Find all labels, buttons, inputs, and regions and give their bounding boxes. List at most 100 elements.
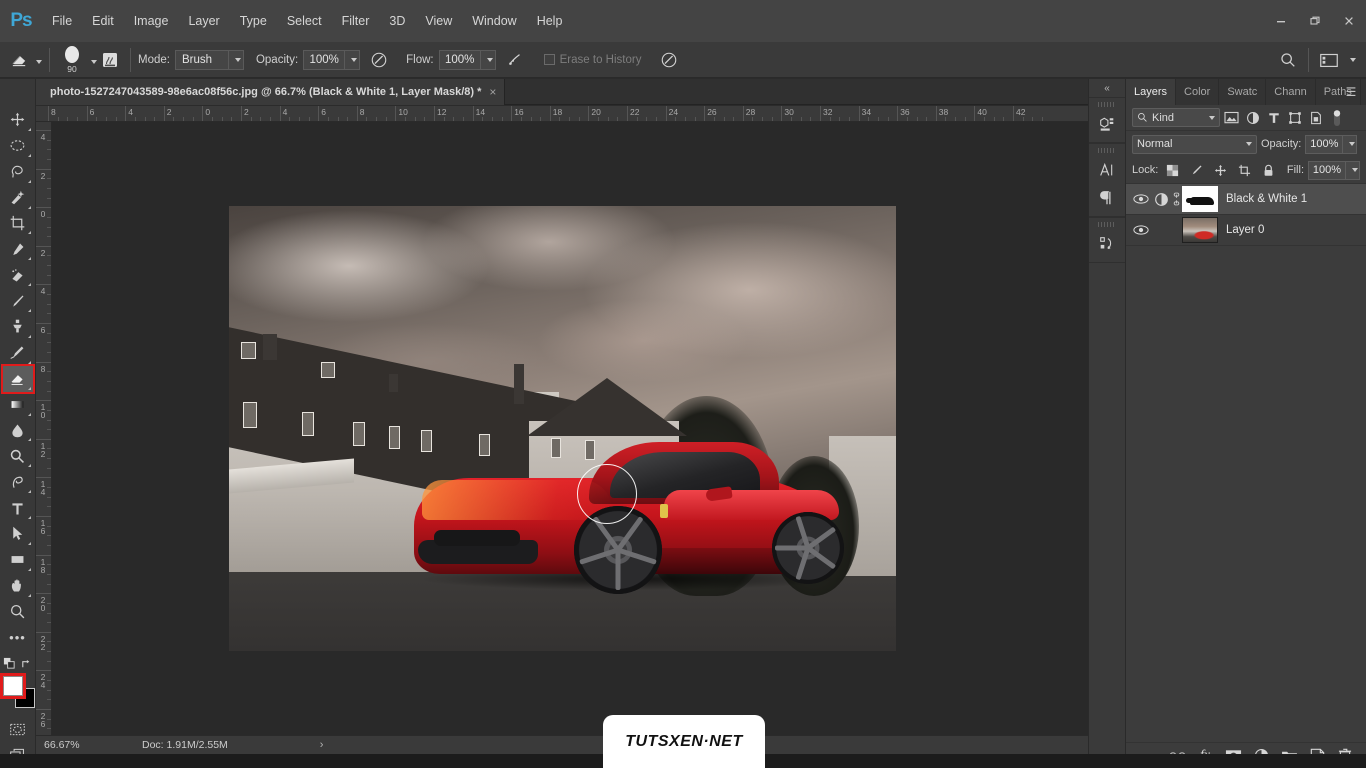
eraser-icon[interactable] (6, 47, 32, 73)
menu-edit[interactable]: Edit (82, 0, 124, 42)
ruler-minor-tick (47, 660, 51, 662)
menu-window[interactable]: Window (462, 0, 526, 42)
pixel-filter-icon[interactable] (1222, 108, 1241, 128)
opacity-pressure-icon[interactable] (366, 47, 392, 73)
blur-tool[interactable] (3, 418, 33, 444)
ruler-minor-tick (453, 117, 455, 121)
rectangle-tool[interactable] (3, 547, 33, 573)
search-icon[interactable] (1275, 47, 1301, 73)
horizontal-ruler[interactable]: 8 6 4 2 0 2 4 6 8 10 12 14 16 18 20 22 24 26 28 30 32 34 36 38 4… (36, 106, 1088, 122)
brush-preset-caret[interactable] (87, 51, 97, 69)
marquee-tool[interactable] (3, 133, 33, 159)
filter-toggle-switch[interactable] (1327, 108, 1346, 128)
eraser-tool[interactable] (0, 363, 35, 394)
edit-toolbar-button[interactable]: ••• (3, 625, 33, 651)
lock-transparent-icon[interactable] (1162, 160, 1182, 180)
foreground-color-swatch[interactable] (0, 673, 26, 700)
layer-visibility-icon[interactable] (1130, 185, 1152, 213)
type-tool[interactable] (3, 495, 33, 521)
history-brush-tool[interactable] (3, 340, 33, 366)
document-image[interactable] (229, 206, 896, 651)
menu-help[interactable]: Help (527, 0, 573, 42)
zoom-tool[interactable] (3, 599, 33, 625)
layer-visibility-icon[interactable] (1130, 216, 1152, 244)
panel-menu-icon[interactable]: ☰ (1340, 79, 1362, 105)
layer-row-black-and-white-1[interactable]: Black & White 1 (1126, 184, 1366, 215)
erase-to-history-checkbox[interactable]: Erase to History (543, 54, 647, 66)
fill-field[interactable]: 100% (1308, 160, 1360, 180)
lock-all-icon[interactable] (1258, 160, 1278, 180)
path-selection-tool[interactable] (3, 521, 33, 547)
dodge-tool[interactable] (3, 443, 33, 469)
pen-tool[interactable] (3, 469, 33, 495)
crop-tool[interactable] (3, 211, 33, 237)
gradient-tool[interactable] (3, 392, 33, 418)
airbrush-icon[interactable] (502, 47, 528, 73)
canvas-area[interactable] (52, 122, 1088, 735)
panel-grip[interactable] (1098, 102, 1116, 107)
workspace-caret[interactable] (1342, 57, 1360, 62)
tool-flyout-indicator (27, 179, 31, 183)
lock-position-icon[interactable] (1210, 160, 1230, 180)
menu-filter[interactable]: Filter (332, 0, 380, 42)
move-tool[interactable] (3, 107, 33, 133)
minimize-button[interactable] (1264, 6, 1298, 36)
menu-3d[interactable]: 3D (379, 0, 415, 42)
lock-image-icon[interactable] (1186, 160, 1206, 180)
tab-swatches[interactable]: Swatc (1219, 79, 1267, 105)
opacity-select[interactable]: 100% (303, 49, 361, 70)
restore-button[interactable] (1298, 6, 1332, 36)
mask-link-icon[interactable] (1170, 185, 1182, 213)
quick-mask-icon[interactable] (3, 716, 33, 742)
menu-image[interactable]: Image (124, 0, 179, 42)
zoom-level[interactable]: 66.67% (36, 739, 92, 751)
workspace-icon[interactable] (1316, 47, 1342, 73)
flow-select[interactable]: 100% (438, 49, 496, 70)
lasso-tool[interactable] (3, 159, 33, 185)
quick-selection-tool[interactable] (3, 185, 33, 211)
layer-row-layer-0[interactable]: Layer 0 (1126, 215, 1366, 246)
history-icon[interactable] (1092, 230, 1122, 258)
default-colors-icon[interactable] (3, 657, 16, 670)
menu-file[interactable]: File (42, 0, 82, 42)
menu-layer[interactable]: Layer (178, 0, 229, 42)
adjustment-filter-icon[interactable] (1243, 108, 1262, 128)
lock-artboard-icon[interactable] (1234, 160, 1254, 180)
tab-channels[interactable]: Chann (1266, 79, 1316, 105)
paragraph-icon[interactable] (1092, 184, 1122, 212)
properties-icon[interactable] (1092, 110, 1122, 138)
panel-grip[interactable] (1098, 148, 1116, 153)
filter-kind-select[interactable]: Kind (1132, 108, 1220, 127)
close-button[interactable] (1332, 6, 1366, 36)
smart-object-filter-icon[interactable] (1306, 108, 1325, 128)
close-icon[interactable]: × (489, 85, 496, 99)
brush-tool[interactable] (3, 288, 33, 314)
vertical-ruler[interactable]: 4202468101214161820222426 (36, 122, 52, 735)
menu-type[interactable]: Type (230, 0, 277, 42)
status-menu-arrow-icon[interactable]: › (320, 739, 324, 751)
blend-mode-select[interactable]: Normal (1132, 134, 1257, 154)
type-filter-icon[interactable] (1264, 108, 1283, 128)
shape-filter-icon[interactable] (1285, 108, 1304, 128)
eraser-preset-caret[interactable] (32, 51, 42, 69)
spot-healing-brush-tool[interactable] (3, 262, 33, 288)
swap-colors-icon[interactable] (20, 657, 33, 670)
clone-stamp-tool[interactable] (3, 314, 33, 340)
collapse-panels-button[interactable]: « (1089, 79, 1125, 97)
mode-select[interactable]: Brush (174, 49, 244, 70)
hand-tool[interactable] (3, 573, 33, 599)
character-icon[interactable] (1092, 156, 1122, 184)
tablet-pressure-icon[interactable] (656, 47, 682, 73)
tab-layers[interactable]: Layers (1126, 79, 1177, 105)
layer-thumbnail[interactable] (1182, 217, 1218, 243)
brush-settings-panel-icon[interactable] (97, 47, 123, 73)
panel-opacity-field[interactable]: 100% (1305, 134, 1358, 154)
eyedropper-tool[interactable] (3, 236, 33, 262)
menu-select[interactable]: Select (277, 0, 332, 42)
layer-mask-thumbnail[interactable] (1182, 186, 1218, 212)
document-tab[interactable]: photo-1527247043589-98e6ac08f56c.jpg @ 6… (36, 79, 506, 105)
brush-preset-preview[interactable]: 90 (57, 43, 87, 77)
panel-grip[interactable] (1098, 222, 1116, 227)
tab-color[interactable]: Color (1176, 79, 1220, 105)
menu-view[interactable]: View (415, 0, 462, 42)
